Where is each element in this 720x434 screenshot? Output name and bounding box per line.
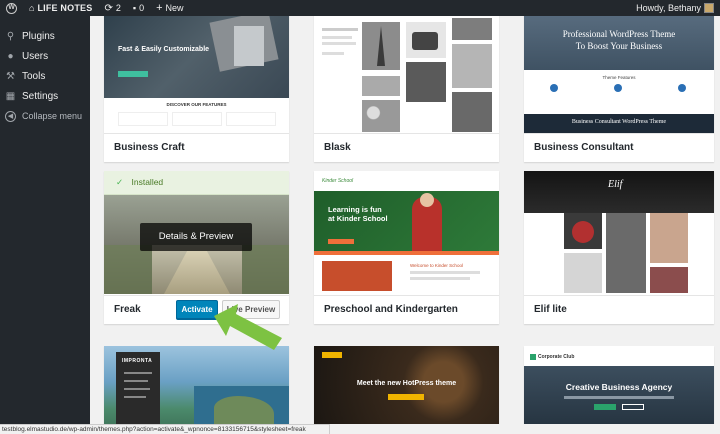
theme-screenshot: Professional WordPress Theme To Boost Yo… — [524, 16, 714, 133]
avatar — [704, 3, 714, 13]
installed-label: Installed — [131, 177, 164, 187]
sidebar-item-label: Users — [22, 50, 49, 62]
shot-subheading: DISCOVER OUR FEATURES — [166, 102, 227, 107]
shot-heading: Fast & Easily Customizable — [118, 46, 210, 53]
updates-link[interactable]: ⟳ 2 — [98, 0, 126, 16]
theme-name: Preschool and Kindergarten — [314, 295, 499, 324]
theme-screenshot: Fast & Easily Customizable DISCOVER OUR … — [104, 16, 289, 133]
comments-count: 0 — [139, 3, 145, 13]
sidebar-item-label: Settings — [22, 90, 59, 102]
sidebar-item-settings[interactable]: ▦ Settings — [0, 86, 90, 106]
shot-heading: Professional WordPress Theme To Boost Yo… — [562, 29, 676, 51]
updates-count: 2 — [115, 3, 121, 13]
sidebar-item-users[interactable]: ● Users — [0, 46, 90, 66]
sidebar-item-plugins[interactable]: ⚲ Plugins — [0, 26, 90, 46]
theme-name: Blask — [314, 133, 499, 162]
collapse-icon: ◀ — [5, 110, 16, 122]
theme-screenshot: Corporate Club Creative Business Agency — [524, 346, 714, 424]
site-name: LIFE NOTES — [37, 3, 93, 13]
installed-notice: ✓ Installed — [104, 171, 289, 195]
theme-name: Business Craft — [104, 133, 289, 162]
howdy-text: Howdy, Bethany — [636, 3, 701, 13]
theme-card-hotpress[interactable]: Meet the new HotPress theme — [314, 346, 499, 424]
admin-bar: W ⌂ LIFE NOTES ⟳ 2 ▪ 0 + New Howdy, Beth… — [0, 0, 720, 16]
status-bar-url: testblog.elmastudio.de/wp-admin/themes.p… — [0, 424, 330, 434]
theme-screenshot: Meet the new HotPress theme — [314, 346, 499, 424]
theme-card-business-consultant[interactable]: Professional WordPress Theme To Boost Yo… — [524, 16, 714, 162]
shot-sub: Welcome to Kinder School — [410, 263, 463, 268]
wp-logo-menu[interactable]: W — [0, 0, 23, 16]
theme-card-corporate-club[interactable]: Corporate Club Creative Business Agency — [524, 346, 714, 424]
shot-logo: Corporate Club — [538, 354, 575, 360]
shot-heading: Creative Business Agency — [565, 382, 673, 392]
shot-logo: Elif — [608, 179, 623, 190]
refresh-icon: ⟳ — [104, 2, 113, 14]
theme-name: Elif lite — [524, 295, 714, 324]
theme-card-blask[interactable]: Blask — [314, 16, 499, 162]
plus-icon: + — [156, 2, 163, 14]
shot-caption: Business Consultant WordPress Theme — [571, 119, 667, 125]
theme-screenshot — [314, 16, 499, 133]
shot-logo: Kinder School — [322, 178, 354, 184]
shot-logo: IMPRONTA — [122, 358, 153, 364]
site-name-link[interactable]: ⌂ LIFE NOTES — [23, 0, 98, 16]
comments-link[interactable]: ▪ 0 — [127, 0, 150, 16]
users-icon: ● — [7, 50, 14, 62]
theme-card-business-craft[interactable]: Fast & Easily Customizable DISCOVER OUR … — [104, 16, 289, 162]
activate-button[interactable]: Activate — [176, 300, 218, 319]
theme-screenshot: Elif — [524, 171, 714, 294]
sidebar-item-label: Collapse menu — [22, 111, 83, 121]
admin-sidebar: ⚲ Plugins ● Users ⚒ Tools ▦ Settings ◀ C… — [0, 16, 90, 434]
theme-screenshot: Kinder School Learning is fun at Kinder … — [314, 171, 499, 294]
theme-card-impronta[interactable]: IMPRONTA — [104, 346, 289, 424]
tools-icon: ⚒ — [6, 70, 15, 82]
details-preview-button[interactable]: Details & Preview — [140, 223, 252, 251]
collapse-menu-button[interactable]: ◀ Collapse menu — [0, 106, 90, 126]
new-content-link[interactable]: + New — [150, 0, 189, 16]
sidebar-item-label: Tools — [22, 70, 46, 82]
theme-card-freak[interactable]: ✓ Installed Details & Preview Freak Acti… — [104, 171, 289, 324]
theme-name: Business Consultant — [524, 133, 714, 162]
theme-name: Freak — [114, 304, 141, 315]
themes-grid: Fast & Easily Customizable DISCOVER OUR … — [90, 16, 720, 424]
theme-screenshot: ✓ Installed Details & Preview — [104, 171, 289, 294]
sidebar-item-label: Plugins — [22, 30, 55, 42]
checkmark-icon: ✓ — [116, 177, 124, 187]
shot-heading: Meet the new HotPress theme — [356, 380, 457, 387]
shot-tagline: Theme Features — [602, 75, 636, 80]
account-menu[interactable]: Howdy, Bethany — [630, 0, 720, 16]
shot-heading: Learning is fun at Kinder School — [328, 205, 388, 223]
arrow-pointer-icon — [214, 304, 282, 350]
new-label: New — [165, 3, 184, 13]
sidebar-item-tools[interactable]: ⚒ Tools — [0, 66, 90, 86]
theme-card-preschool-kindergarten[interactable]: Kinder School Learning is fun at Kinder … — [314, 171, 499, 324]
plugin-icon: ⚲ — [6, 30, 15, 42]
theme-screenshot: IMPRONTA — [104, 346, 289, 424]
comment-icon: ▪ — [132, 3, 137, 13]
home-icon: ⌂ — [29, 3, 35, 13]
theme-card-elif-lite[interactable]: Elif Elif lite — [524, 171, 714, 324]
settings-icon: ▦ — [5, 90, 16, 102]
wordpress-icon: W — [6, 2, 17, 14]
